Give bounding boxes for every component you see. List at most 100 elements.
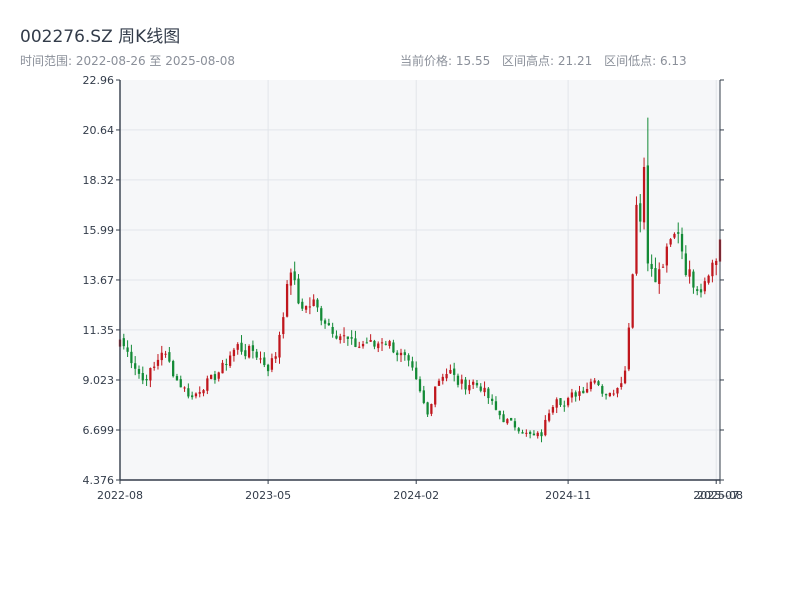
candle-body — [692, 271, 695, 288]
candle-body — [236, 344, 239, 350]
candle-body — [377, 343, 380, 349]
candle-body — [415, 367, 418, 380]
candle-body — [483, 387, 486, 393]
candle-body — [639, 203, 642, 222]
candle-body — [289, 272, 293, 286]
candle-body — [585, 388, 589, 393]
candle-body — [149, 368, 152, 381]
x-tick-label: 2022-08 — [97, 489, 143, 502]
candle-body — [210, 374, 213, 379]
candle-body — [304, 305, 308, 310]
candle-body — [528, 431, 532, 434]
candle-body — [282, 317, 285, 335]
candle-body — [221, 362, 224, 374]
candle-body — [183, 387, 186, 389]
candle — [434, 386, 437, 408]
candle-body — [696, 289, 699, 291]
candle-body — [399, 352, 403, 356]
candle-body — [206, 378, 209, 391]
candle-body — [266, 364, 270, 372]
candle-body — [589, 381, 593, 390]
candle-body — [259, 358, 262, 360]
candle-body — [684, 253, 687, 276]
candle-body — [449, 369, 452, 374]
candle-body — [126, 347, 129, 352]
candle-body — [194, 393, 198, 397]
candle-body — [141, 373, 144, 381]
candle-body — [601, 386, 604, 394]
candle-body — [677, 232, 680, 234]
candle-body — [441, 376, 444, 381]
candle-body — [323, 320, 327, 324]
candle-body — [392, 342, 395, 353]
candle-body — [437, 380, 441, 386]
candlestick-chart: 4.376 6.699 9.023 11.35 13.67 15.99 18.32 20.64… — [83, 74, 743, 502]
candle-body — [661, 266, 665, 268]
y-tick-label: 6.699 — [83, 424, 115, 437]
candle-body — [650, 263, 653, 269]
candle-body — [616, 387, 619, 394]
candle-body — [669, 239, 672, 245]
candle-body — [339, 336, 342, 341]
candle-body — [510, 417, 513, 421]
candle-body — [494, 401, 498, 410]
candle-body — [418, 379, 422, 392]
y-tick-label: 22.96 — [83, 74, 115, 87]
candle-body — [453, 368, 456, 375]
x-tick-label: 2024-11 — [545, 489, 591, 502]
candle-body — [612, 393, 615, 395]
y-tick-label: 13.67 — [83, 274, 115, 287]
candle-body — [232, 349, 236, 357]
candle-body — [263, 357, 266, 366]
candle-body — [673, 233, 676, 238]
candle-body — [380, 342, 384, 344]
candle-body — [574, 392, 577, 397]
candle-body — [475, 382, 479, 386]
y-tick-label: 15.99 — [83, 224, 115, 237]
candle-body — [422, 390, 425, 403]
candle-body — [426, 402, 429, 415]
candle-body — [225, 364, 228, 366]
candle-body — [430, 403, 433, 414]
candle — [631, 273, 634, 329]
candle-body — [373, 340, 376, 347]
candle-body — [145, 378, 148, 381]
candle — [642, 157, 646, 230]
candle-body — [464, 379, 467, 390]
candle-body — [191, 395, 194, 398]
candle-body — [361, 343, 365, 347]
candle-body — [627, 327, 630, 370]
candle-body — [411, 361, 414, 368]
candle-body — [168, 352, 171, 362]
candle — [627, 322, 630, 372]
candle-body — [384, 343, 387, 345]
candle-body — [445, 374, 448, 379]
candle-body — [597, 381, 600, 386]
candle-body — [175, 376, 179, 381]
candle-body — [715, 260, 718, 266]
candle-body — [604, 394, 608, 396]
candle-body — [631, 274, 634, 328]
candle-body — [540, 432, 543, 437]
candle-body — [251, 345, 255, 351]
y-tick-label: 11.35 — [83, 324, 115, 337]
candle-body — [544, 419, 547, 436]
candle-body — [350, 337, 353, 339]
candle-body — [403, 352, 406, 356]
candle-body — [506, 419, 509, 424]
candle-body — [407, 355, 410, 361]
candle-body — [240, 342, 243, 352]
candle-body — [270, 358, 274, 370]
candle-body — [699, 289, 703, 293]
candle-body — [559, 398, 562, 406]
candle-body — [320, 308, 323, 321]
candle-body — [479, 386, 482, 391]
candle-body — [293, 271, 296, 281]
candle — [247, 344, 251, 359]
candle-body — [228, 355, 232, 366]
candle-body — [297, 278, 300, 304]
candle-body — [487, 388, 490, 399]
candle-body — [555, 399, 558, 408]
candle — [285, 280, 289, 318]
candle-body — [346, 336, 349, 339]
